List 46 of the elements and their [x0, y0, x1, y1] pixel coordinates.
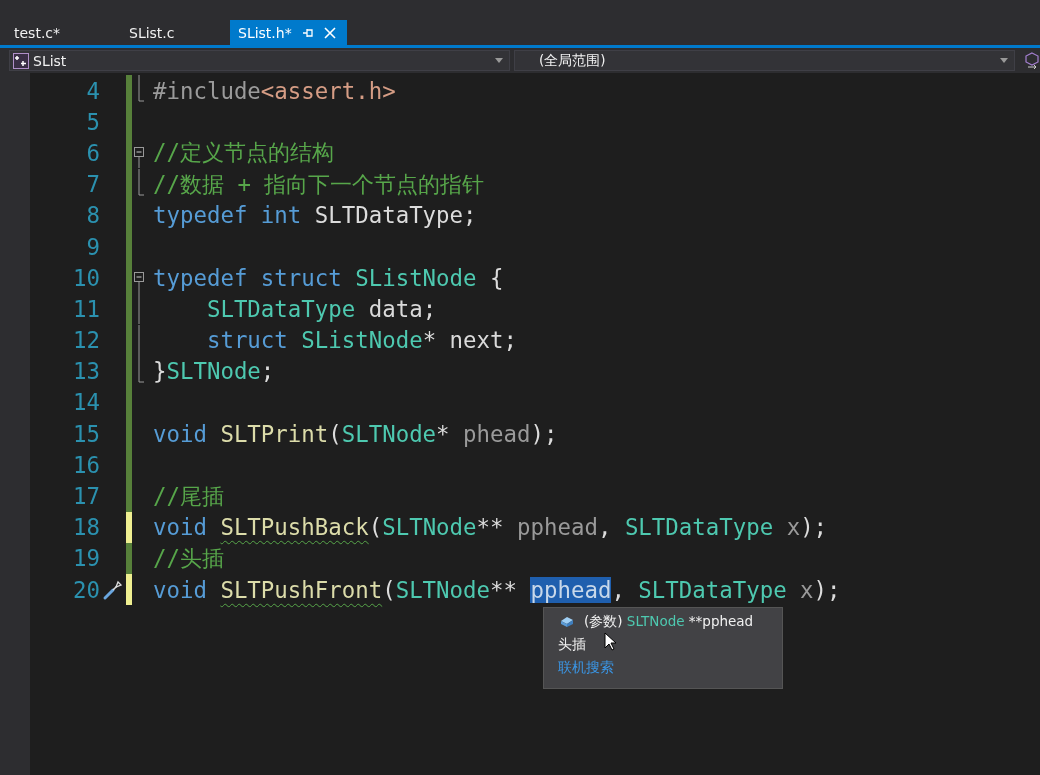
- line-number: 5: [85, 108, 100, 135]
- code-line: void SLTPushBack(SLTNode** pphead, SLTDataType x);: [152, 514, 828, 541]
- line-number: 17: [72, 483, 100, 510]
- code-line: //头插: [152, 543, 224, 573]
- code-line: //尾插: [152, 481, 224, 511]
- line-number: 13: [72, 358, 100, 385]
- code-line: //定义节点的结构: [152, 138, 334, 168]
- dropdown-arrow-icon: [1000, 58, 1008, 63]
- code-line: #include<assert.h>: [152, 77, 396, 104]
- code-line: void SLTPrint(SLTNode* phead);: [152, 420, 558, 447]
- line-number: 10: [72, 264, 100, 291]
- code-line: typedef struct SListNode {: [152, 264, 504, 291]
- parameter-signature: (参数) SLTNode **pphead: [584, 613, 754, 631]
- code-line: }SLTNode;: [152, 358, 275, 385]
- code-line: //数据 + 指向下一个节点的指针: [152, 169, 485, 199]
- line-number: 14: [72, 389, 100, 416]
- line-number: 8: [85, 202, 100, 229]
- pin-icon[interactable]: [301, 26, 314, 39]
- project-icon: [13, 52, 29, 69]
- code-line: typedef int SLTDataType;: [152, 202, 477, 229]
- scope-dropdown[interactable]: (全局范围): [514, 50, 1015, 71]
- line-number: 19: [72, 545, 100, 572]
- close-icon[interactable]: [323, 26, 336, 39]
- cube-icon[interactable]: [1025, 51, 1039, 70]
- file-tab[interactable]: test.c*: [0, 20, 115, 45]
- line-number: 16: [72, 451, 100, 478]
- project-dropdown[interactable]: SList: [9, 50, 510, 71]
- code-line: SLTDataType data;: [205, 295, 437, 322]
- line-number: 9: [85, 233, 100, 260]
- screwdriver-icon[interactable]: [102, 578, 124, 601]
- line-number: 12: [72, 327, 100, 354]
- line-number: 4: [85, 77, 100, 104]
- line-number: 6: [85, 139, 100, 166]
- line-number: 7: [85, 171, 100, 198]
- mouse-cursor-icon: [604, 632, 616, 651]
- file-tab[interactable]: SList.c: [115, 20, 230, 45]
- code-line: struct SListNode* next;: [205, 327, 517, 354]
- field-icon: [560, 616, 574, 628]
- tooltip-description: 头插: [558, 636, 586, 654]
- line-number: 11: [72, 295, 100, 322]
- dropdown-arrow-icon: [495, 58, 503, 63]
- line-number: 15: [72, 420, 100, 447]
- line-number: 18: [72, 514, 100, 541]
- line-number: 20: [72, 576, 100, 603]
- file-tab[interactable]: SList.h*: [230, 20, 347, 45]
- code-line: void SLTPushFront(SLTNode** pphead, SLTDataType x);: [152, 576, 841, 603]
